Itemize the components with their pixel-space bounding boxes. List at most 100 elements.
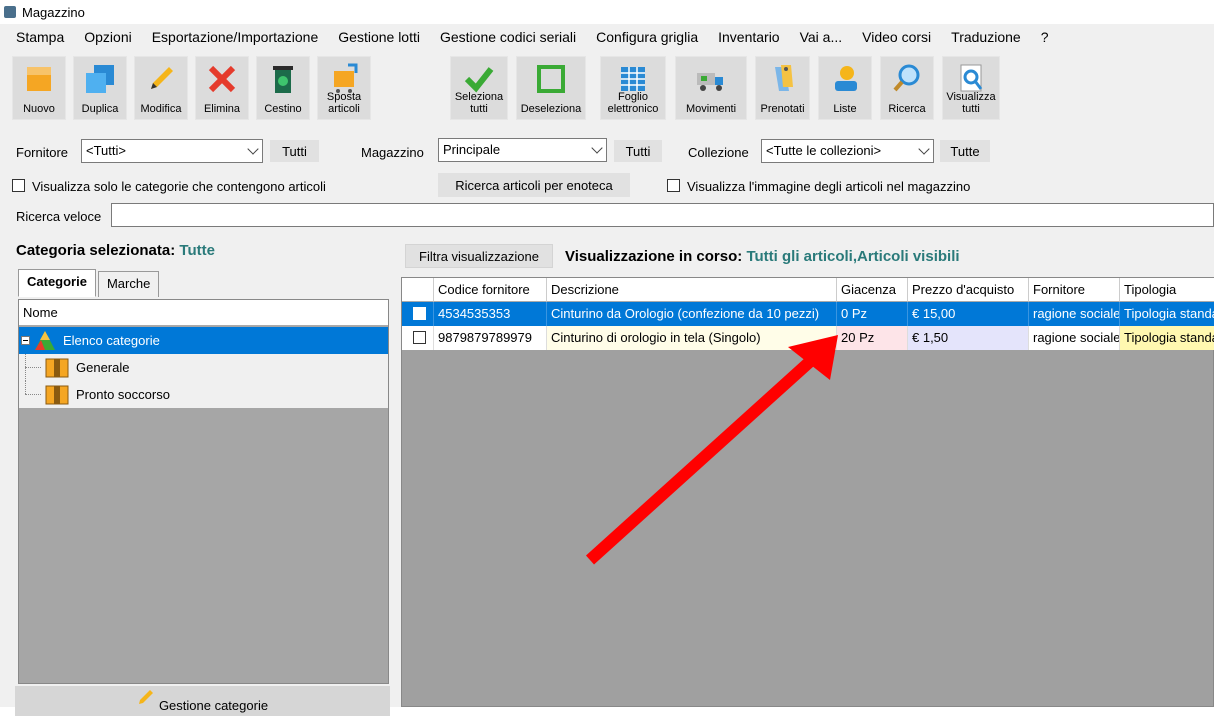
menu-inventario[interactable]: Inventario [708,24,789,50]
sposta-articoli-button[interactable]: Sposta articoli [317,56,371,120]
collezione-combo[interactable]: <Tutte le collezioni> [761,139,934,163]
toolbar: Nuovo Duplica Modifica Elimina Cestino S… [0,50,1214,126]
movimenti-button[interactable]: Movimenti [675,56,747,120]
cell-fornitore: ragione sociale [1029,302,1120,326]
deseleziona-button[interactable]: Deseleziona [516,56,586,120]
ricerca-button[interactable]: Ricerca [880,56,934,120]
cell-descrizione: Cinturino da Orologio (confezione da 10 … [547,302,837,326]
column-header-codice[interactable]: Codice fornitore [434,278,547,302]
duplicate-icon [86,65,114,93]
category-pane: Categoria selezionata: Tutte Categorie M… [0,236,398,716]
view-document-icon [960,64,983,92]
window-title: Magazzino [22,4,85,20]
ricerca-veloce-label: Ricerca veloce [16,209,102,224]
new-icon [27,67,51,91]
cell-tipologia: Tipologia standard [1120,326,1214,350]
duplica-button[interactable]: Duplica [73,56,127,120]
column-header-tipologia[interactable]: Tipologia [1120,278,1214,302]
tree-item-elenco-categorie[interactable]: Elenco categorie [19,327,388,354]
menu-esportazione[interactable]: Esportazione/Importazione [142,24,329,50]
collezione-label: Collezione [688,145,749,160]
deselect-icon [537,65,565,93]
menu-help[interactable]: ? [1031,24,1059,50]
row-checkbox[interactable] [413,307,426,320]
categoria-selezionata: Categoria selezionata: Tutte [16,242,215,259]
cell-tipologia: Tipologia standard [1120,302,1214,326]
move-cart-icon [334,63,358,93]
fornitore-combo[interactable]: <Tutti> [81,139,263,163]
solo-categorie-checkbox[interactable] [12,179,25,192]
box-icon [45,358,69,378]
fornitore-tutti-button[interactable]: Tutti [270,140,319,162]
cestino-button[interactable]: Cestino [256,56,310,120]
title-bar: Magazzino [0,0,1214,24]
category-tree: Nome Elenco categorie Generale Pronto so… [18,299,389,684]
menu-gestione-codici[interactable]: Gestione codici seriali [430,24,586,50]
delete-icon [208,65,236,93]
cell-prezzo: € 1,50 [908,326,1029,350]
filtra-visualizzazione-button[interactable]: Filtra visualizzazione [405,244,553,268]
magazzino-combo[interactable]: Principale [438,138,607,162]
menu-vai-a[interactable]: Vai a... [790,24,853,50]
table-row[interactable]: 4534535353 Cinturino da Orologio (confez… [402,302,1214,326]
visualizza-immagine-label: Visualizza l'immagine degli articoli nel… [687,179,971,194]
column-header-select[interactable] [402,278,434,302]
magazzino-tutti-button[interactable]: Tutti [614,140,662,162]
checkmark-icon [464,67,494,93]
chevron-down-icon [591,142,603,154]
solo-categorie-label: Visualizza solo le categorie che conteng… [32,179,326,194]
search-icon [893,64,920,92]
liste-button[interactable]: Liste [818,56,872,120]
app-icon [4,6,16,18]
cell-giacenza: 0 Pz [837,302,908,326]
menu-configura-griglia[interactable]: Configura griglia [586,24,708,50]
collapse-icon [21,336,30,345]
pencil-icon [151,67,173,89]
row-checkbox[interactable] [413,331,426,344]
prenotati-button[interactable]: Prenotati [755,56,810,120]
column-header-prezzo[interactable]: Prezzo d'acquisto [908,278,1029,302]
category-tabs: Categorie Marche [18,269,160,297]
column-header-fornitore[interactable]: Fornitore [1029,278,1120,302]
cell-prezzo: € 15,00 [908,302,1029,326]
modifica-button[interactable]: Modifica [134,56,188,120]
menu-opzioni[interactable]: Opzioni [74,24,141,50]
menu-traduzione[interactable]: Traduzione [941,24,1031,50]
user-list-icon [835,66,857,91]
spreadsheet-icon [621,67,645,91]
chevron-down-icon [247,143,259,155]
visualizza-immagine-checkbox[interactable] [667,179,680,192]
tab-categorie[interactable]: Categorie [18,269,96,297]
cell-codice: 4534535353 [434,302,547,326]
cell-codice: 9879879789979 [434,326,547,350]
column-header-nome[interactable]: Nome [19,300,388,326]
box-icon [45,385,69,405]
cell-fornitore: ragione sociale [1029,326,1120,350]
ricerca-veloce-input[interactable] [111,203,1214,227]
elimina-button[interactable]: Elimina [195,56,249,120]
fornitore-label: Fornitore [16,145,69,160]
gestione-categorie-button[interactable]: Gestione categorie [15,686,390,716]
visualizzazione-in-corso: Visualizzazione in corso: Tutti gli arti… [565,248,960,265]
tree-item-pronto-soccorso[interactable]: Pronto soccorso [19,381,388,408]
truck-icon [697,73,723,91]
chevron-down-icon [918,143,930,155]
column-header-descrizione[interactable]: Descrizione [547,278,837,302]
menu-video-corsi[interactable]: Video corsi [852,24,941,50]
menu-stampa[interactable]: Stampa [0,24,74,50]
nuovo-button[interactable]: Nuovo [12,56,66,120]
tags-icon [774,65,793,91]
seleziona-tutti-button[interactable]: Seleziona tutti [450,56,508,120]
column-header-giacenza[interactable]: Giacenza [837,278,908,302]
collezione-tutte-button[interactable]: Tutte [940,140,990,162]
menu-bar: Stampa Opzioni Esportazione/Importazione… [0,24,1214,50]
tree-item-generale[interactable]: Generale [19,354,388,381]
tab-marche[interactable]: Marche [97,271,160,297]
menu-gestione-lotti[interactable]: Gestione lotti [328,24,430,50]
visualizza-tutti-button[interactable]: Visualizza tutti [942,56,1000,120]
magazzino-label: Magazzino [361,145,424,160]
categories-icon [35,331,55,350]
annotation-arrow-icon [585,335,838,565]
foglio-elettronico-button[interactable]: Foglio elettronico [600,56,666,120]
ricerca-enoteca-button[interactable]: Ricerca articoli per enoteca [438,173,630,197]
